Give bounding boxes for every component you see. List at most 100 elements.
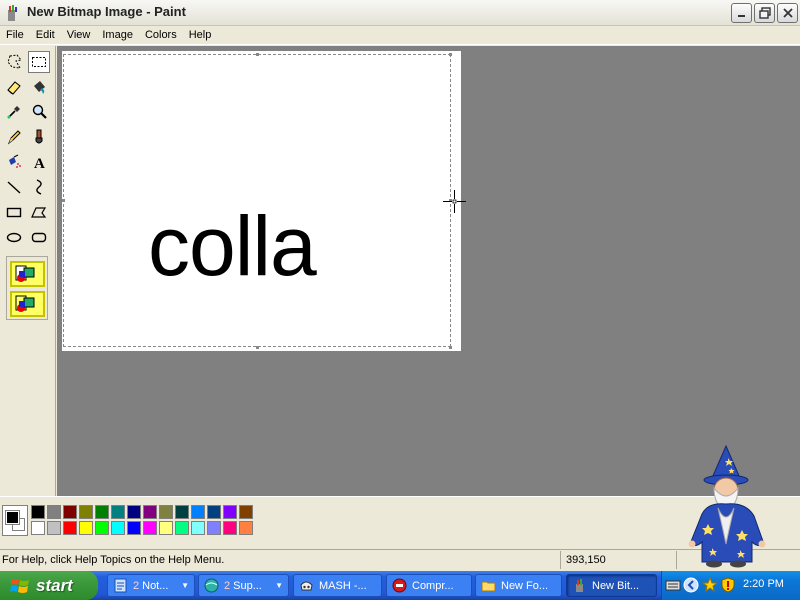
start-label: start — [36, 575, 73, 595]
task-group-count: 2 — [133, 579, 140, 592]
resize-handle-top-right[interactable] — [449, 53, 452, 56]
menu-bar: File Edit View Image Colors Help — [0, 26, 800, 45]
palette-color-swatch[interactable] — [79, 521, 93, 535]
tool-line-button[interactable] — [3, 176, 25, 198]
tool-ellipse-button[interactable] — [3, 226, 25, 248]
rectangle-icon — [6, 207, 22, 218]
eraser-icon — [7, 81, 21, 95]
status-coordinates: 393,150 — [566, 554, 606, 566]
menu-colors[interactable]: Colors — [139, 26, 183, 44]
keyboard-icon[interactable] — [665, 577, 681, 593]
palette-color-swatch[interactable] — [175, 505, 189, 519]
palette-color-swatch[interactable] — [143, 521, 157, 535]
taskbar-button-browser[interactable]: 2 Sup... ▼ — [198, 574, 289, 597]
taskbar-button-notepad[interactable]: 2 Not... ▼ — [107, 574, 195, 597]
free-form-select-icon — [7, 54, 22, 69]
security-shield-icon[interactable] — [720, 577, 736, 593]
palette-color-swatch[interactable] — [31, 505, 45, 519]
transparency-option-opaque[interactable] — [10, 261, 45, 287]
palette-color-swatch[interactable] — [47, 521, 61, 535]
tool-airbrush-button[interactable] — [3, 151, 25, 173]
menu-file[interactable]: File — [0, 26, 30, 44]
menu-image[interactable]: Image — [96, 26, 139, 44]
taskbar-button-compress[interactable]: Compr... — [386, 574, 472, 597]
resize-handle-left[interactable] — [62, 199, 65, 202]
palette-color-swatch[interactable] — [207, 521, 221, 535]
taskbar-button-folder[interactable]: New Fo... — [475, 574, 562, 597]
minimize-button[interactable] — [731, 3, 752, 23]
taskbar-clock[interactable]: 2:20 PM — [743, 578, 784, 590]
close-icon — [782, 8, 793, 18]
tool-fill-bucket-button[interactable] — [28, 76, 50, 98]
task-group-count: 2 — [224, 579, 231, 592]
palette-color-swatch[interactable] — [191, 521, 205, 535]
palette-color-swatch[interactable] — [175, 521, 189, 535]
restore-button[interactable] — [754, 3, 775, 23]
palette-color-swatch[interactable] — [143, 505, 157, 519]
browser-icon — [204, 578, 219, 593]
taskbar-button-paint[interactable]: New Bit... — [566, 574, 657, 597]
pencil-icon — [7, 130, 21, 145]
palette-color-swatch[interactable] — [127, 521, 141, 535]
palette-color-swatch[interactable] — [223, 521, 237, 535]
palette-color-swatch[interactable] — [239, 505, 253, 519]
menu-edit[interactable]: Edit — [30, 26, 61, 44]
minimize-icon — [737, 15, 745, 17]
magnifier-icon — [32, 104, 47, 119]
tool-curve-button[interactable] — [28, 176, 50, 198]
tool-options — [6, 256, 48, 320]
palette-color-swatch[interactable] — [159, 521, 173, 535]
menu-view[interactable]: View — [61, 26, 97, 44]
tool-text-button[interactable]: A — [28, 151, 50, 173]
tool-eraser-button[interactable] — [3, 76, 25, 98]
tool-brush-button[interactable] — [28, 126, 50, 148]
transparency-option-transparent[interactable] — [10, 291, 45, 317]
rounded-rect-icon — [31, 232, 47, 243]
tool-color-picker-button[interactable] — [3, 101, 25, 123]
palette-color-swatch[interactable] — [31, 521, 45, 535]
foreground-color-swatch[interactable] — [5, 510, 20, 525]
palette-color-swatch[interactable] — [111, 521, 125, 535]
tool-rectangle-button[interactable] — [3, 201, 25, 223]
tool-rect-select-button[interactable] — [28, 51, 50, 73]
palette-color-swatch[interactable] — [47, 505, 61, 519]
group-dropdown-arrow-icon: ▼ — [181, 581, 189, 590]
palette-color-swatch[interactable] — [239, 521, 253, 535]
color-picker-icon — [7, 106, 20, 119]
palette-color-swatch[interactable] — [223, 505, 237, 519]
palette-color-swatch[interactable] — [63, 505, 77, 519]
line-icon — [7, 181, 21, 194]
show-hidden-icons-chevron-icon[interactable] — [683, 577, 699, 593]
tool-pencil-button[interactable] — [3, 126, 25, 148]
palette-color-swatch[interactable] — [111, 505, 125, 519]
resize-handle-bottom[interactable] — [256, 346, 259, 349]
windows-logo-icon — [10, 578, 29, 593]
current-colors[interactable] — [2, 505, 28, 536]
resize-handle-bottom-right[interactable] — [449, 346, 452, 349]
start-button[interactable]: start — [0, 571, 98, 600]
palette-color-swatch[interactable] — [191, 505, 205, 519]
tool-magnifier-button[interactable] — [28, 101, 50, 123]
taskbar-button-mash[interactable]: MASH -... — [293, 574, 382, 597]
menu-help[interactable]: Help — [183, 26, 218, 44]
close-button[interactable] — [777, 3, 798, 23]
brush-icon — [35, 129, 43, 144]
resize-handle-top[interactable] — [256, 53, 259, 56]
palette-color-swatch[interactable] — [207, 505, 221, 519]
star-tray-icon[interactable] — [702, 577, 718, 593]
palette-color-swatch[interactable] — [95, 505, 109, 519]
task-label: New Bit... — [592, 579, 640, 592]
svg-text:A: A — [34, 156, 45, 171]
paint-app-icon[interactable] — [4, 4, 20, 22]
tool-free-form-select-button[interactable] — [3, 51, 25, 73]
tool-polygon-button[interactable] — [28, 201, 50, 223]
task-label: Compr... — [412, 579, 454, 592]
palette-color-swatch[interactable] — [159, 505, 173, 519]
palette-color-swatch[interactable] — [127, 505, 141, 519]
palette-color-swatch[interactable] — [63, 521, 77, 535]
palette-color-swatch[interactable] — [79, 505, 93, 519]
palette-color-swatch[interactable] — [95, 521, 109, 535]
task-label: MASH -... — [319, 579, 367, 592]
merlin-wizard-assistant[interactable] — [688, 444, 776, 570]
tool-rounded-rect-button[interactable] — [28, 226, 50, 248]
